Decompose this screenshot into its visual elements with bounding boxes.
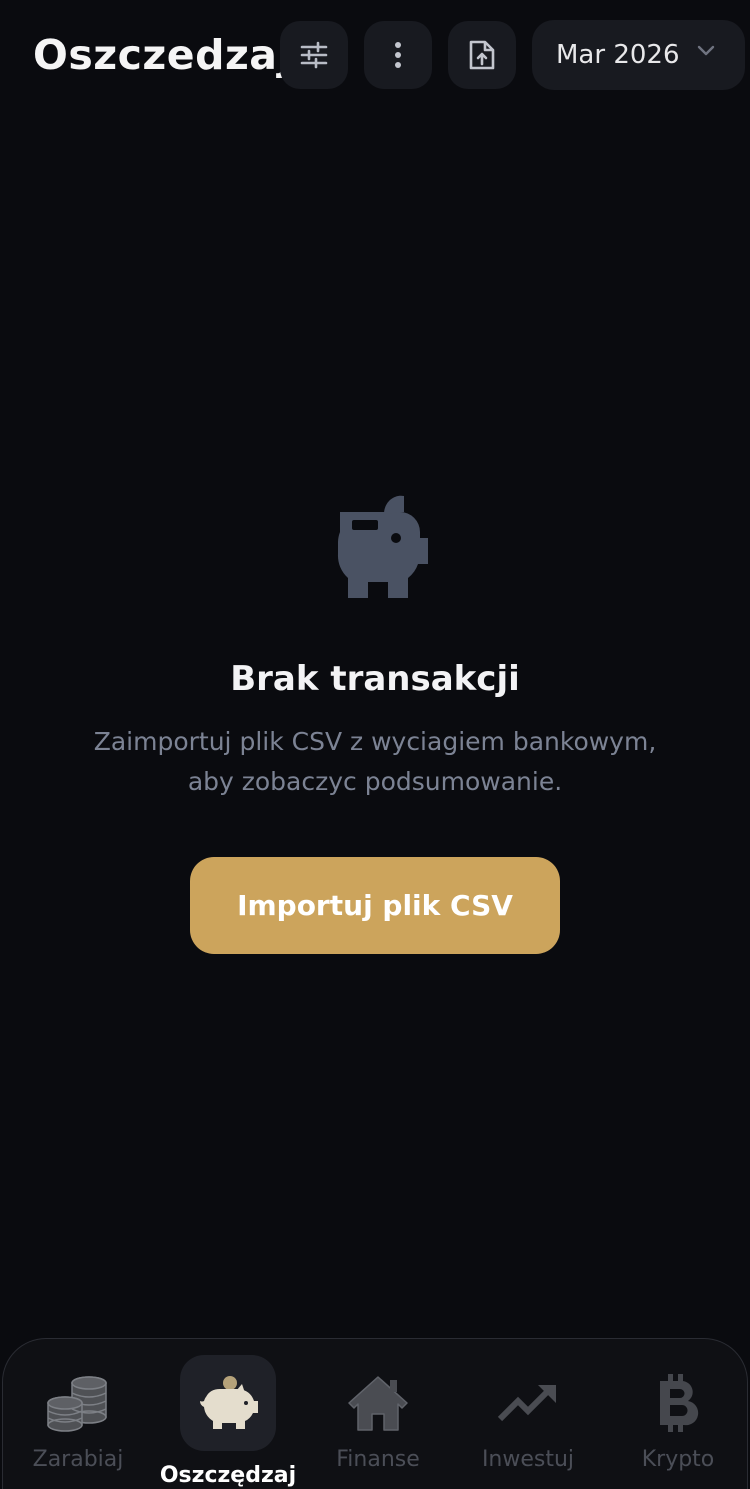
bitcoin-icon	[660, 1374, 699, 1432]
import-csv-button[interactable]: Importuj plik CSV	[190, 857, 560, 954]
nav-item-inwestuj[interactable]: Inwestuj	[453, 1339, 603, 1489]
sliders-icon	[300, 41, 328, 69]
nav-item-finanse[interactable]: Finanse	[303, 1339, 453, 1489]
home-icon	[348, 1376, 408, 1431]
nav-label-inwestuj: Inwestuj	[481, 1447, 575, 1472]
month-value: Mar 2026	[556, 40, 680, 70]
nav-label-krypto: Krypto	[641, 1447, 715, 1472]
more-button[interactable]	[364, 21, 432, 89]
nav-item-zarabiaj[interactable]: Zarabiaj	[3, 1339, 153, 1489]
nav-label-oszczedzaj: Oszczędzaj	[159, 1463, 297, 1488]
chevron-down-icon	[697, 45, 715, 56]
nav-item-oszczedzaj[interactable]: Oszczędzaj	[153, 1339, 303, 1489]
nav-label-zarabiaj: Zarabiaj	[32, 1447, 124, 1472]
nav-item-krypto[interactable]: Krypto	[603, 1339, 750, 1489]
upload-file-button[interactable]	[448, 21, 516, 89]
coins-stack-icon	[47, 1376, 107, 1432]
trending-up-icon	[497, 1385, 556, 1422]
more-vertical-icon	[395, 42, 401, 68]
empty-state-description: Zaimportuj plik CSV z wyciagiem bankowym…	[93, 727, 657, 796]
screen: Oszczedzaj Mar 2026 Brak transakcji Zaim…	[0, 0, 750, 1489]
empty-state-title: Brak transakcji	[230, 659, 520, 699]
piggy-bank-icon	[337, 495, 428, 598]
piggy-bank-icon	[200, 1376, 258, 1429]
filter-button[interactable]	[280, 21, 348, 89]
month-select[interactable]: Mar 2026	[532, 20, 745, 90]
page-title: Oszczedzaj	[33, 31, 293, 79]
nav-label-finanse: Finanse	[336, 1447, 420, 1472]
file-upload-icon	[469, 40, 495, 70]
bottom-nav: Zarabiaj Oszczędzaj Finanse Inwestuj Kry…	[2, 1338, 748, 1489]
